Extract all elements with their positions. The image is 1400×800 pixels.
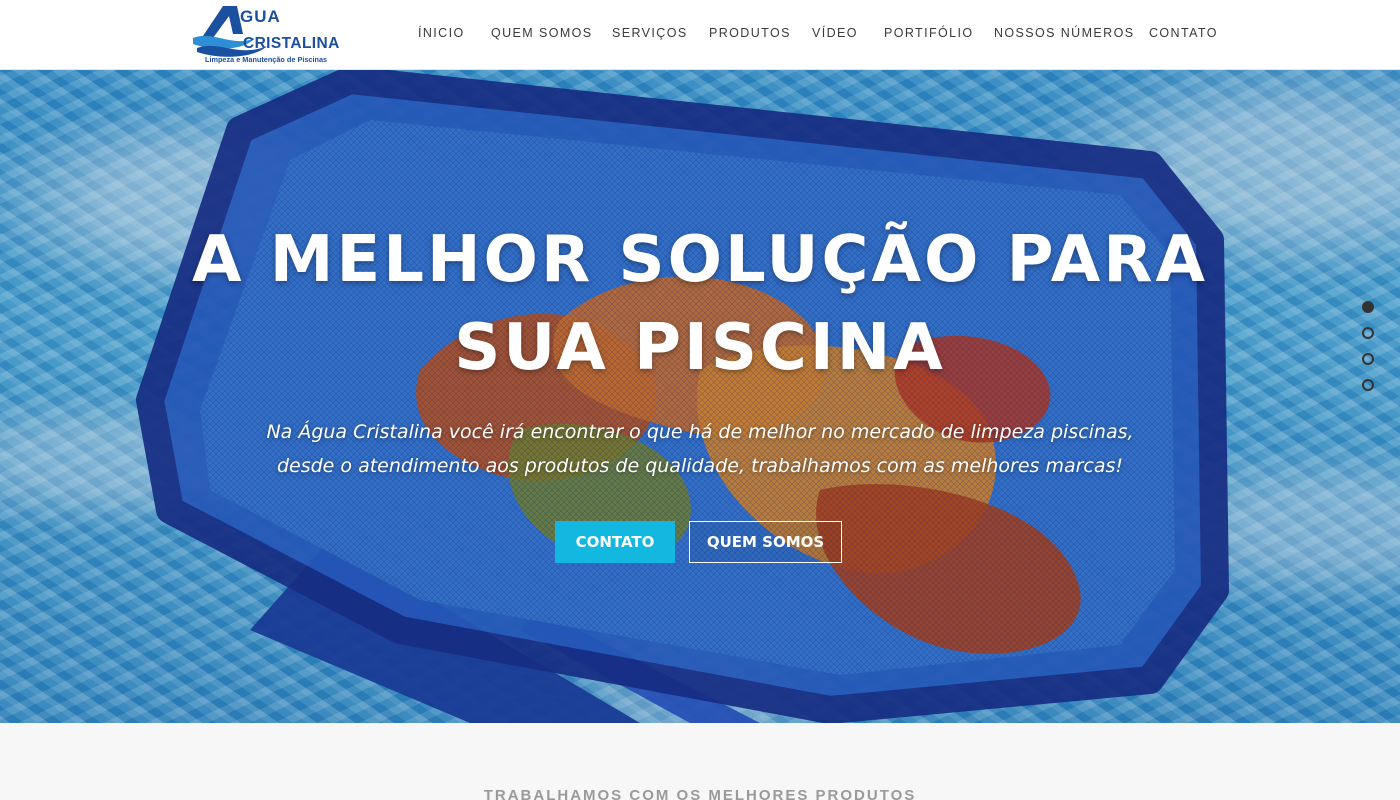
logo-word-cristalina: CRISTALINA (243, 35, 340, 52)
nav-item-inicio[interactable]: ÍNICIO (418, 26, 465, 40)
hero-title: A MELHOR SOLUÇÃO PARA SUA PISCINA (0, 216, 1400, 392)
nav-item-servicos[interactable]: SERVIÇOS (612, 26, 688, 40)
slider-dot-2[interactable] (1362, 327, 1374, 339)
logo-tagline: Limpeza e Manutenção de Piscinas (205, 55, 328, 64)
products-section-heading: TRABALHAMOS COM OS MELHORES PRODUTOS (483, 787, 917, 800)
slider-pagination (1362, 301, 1374, 405)
hero-slider: A MELHOR SOLUÇÃO PARA SUA PISCINA Na Águ… (0, 70, 1400, 723)
hero-title-line-2: SUA PISCINA (454, 311, 946, 385)
hero-subtitle-line-1: Na Água Cristalina você irá encontrar o … (266, 421, 1134, 443)
site-header: GUA CRISTALINA Limpeza e Manutenção de P… (0, 0, 1400, 70)
nav-item-portifolio[interactable]: PORTIFÓLIO (884, 26, 973, 40)
pool-skimmer-net-image (0, 70, 1400, 723)
hero-subtitle: Na Água Cristalina você irá encontrar o … (250, 415, 1150, 483)
hero-subtitle-line-2: desde o atendimento aos produtos de qual… (276, 455, 1124, 477)
slider-dot-4[interactable] (1362, 379, 1374, 391)
contato-button[interactable]: CONTATO (555, 521, 675, 563)
site-logo[interactable]: GUA CRISTALINA Limpeza e Manutenção de P… (193, 4, 340, 66)
nav-item-produtos[interactable]: PRODUTOS (709, 26, 791, 40)
hero-title-line-1: A MELHOR SOLUÇÃO PARA (191, 223, 1209, 297)
nav-item-contato[interactable]: CONTATO (1149, 26, 1218, 40)
nav-item-quem-somos[interactable]: QUEM SOMOS (491, 26, 593, 40)
logo-word-agua: GUA (240, 7, 281, 26)
nav-item-video[interactable]: VÍDEO (812, 26, 858, 40)
quem-somos-button[interactable]: QUEM SOMOS (689, 521, 842, 563)
nav-item-nossos-numeros[interactable]: NOSSOS NÚMEROS (994, 26, 1134, 40)
slider-dot-3[interactable] (1362, 353, 1374, 365)
slider-dot-1[interactable] (1362, 301, 1374, 313)
